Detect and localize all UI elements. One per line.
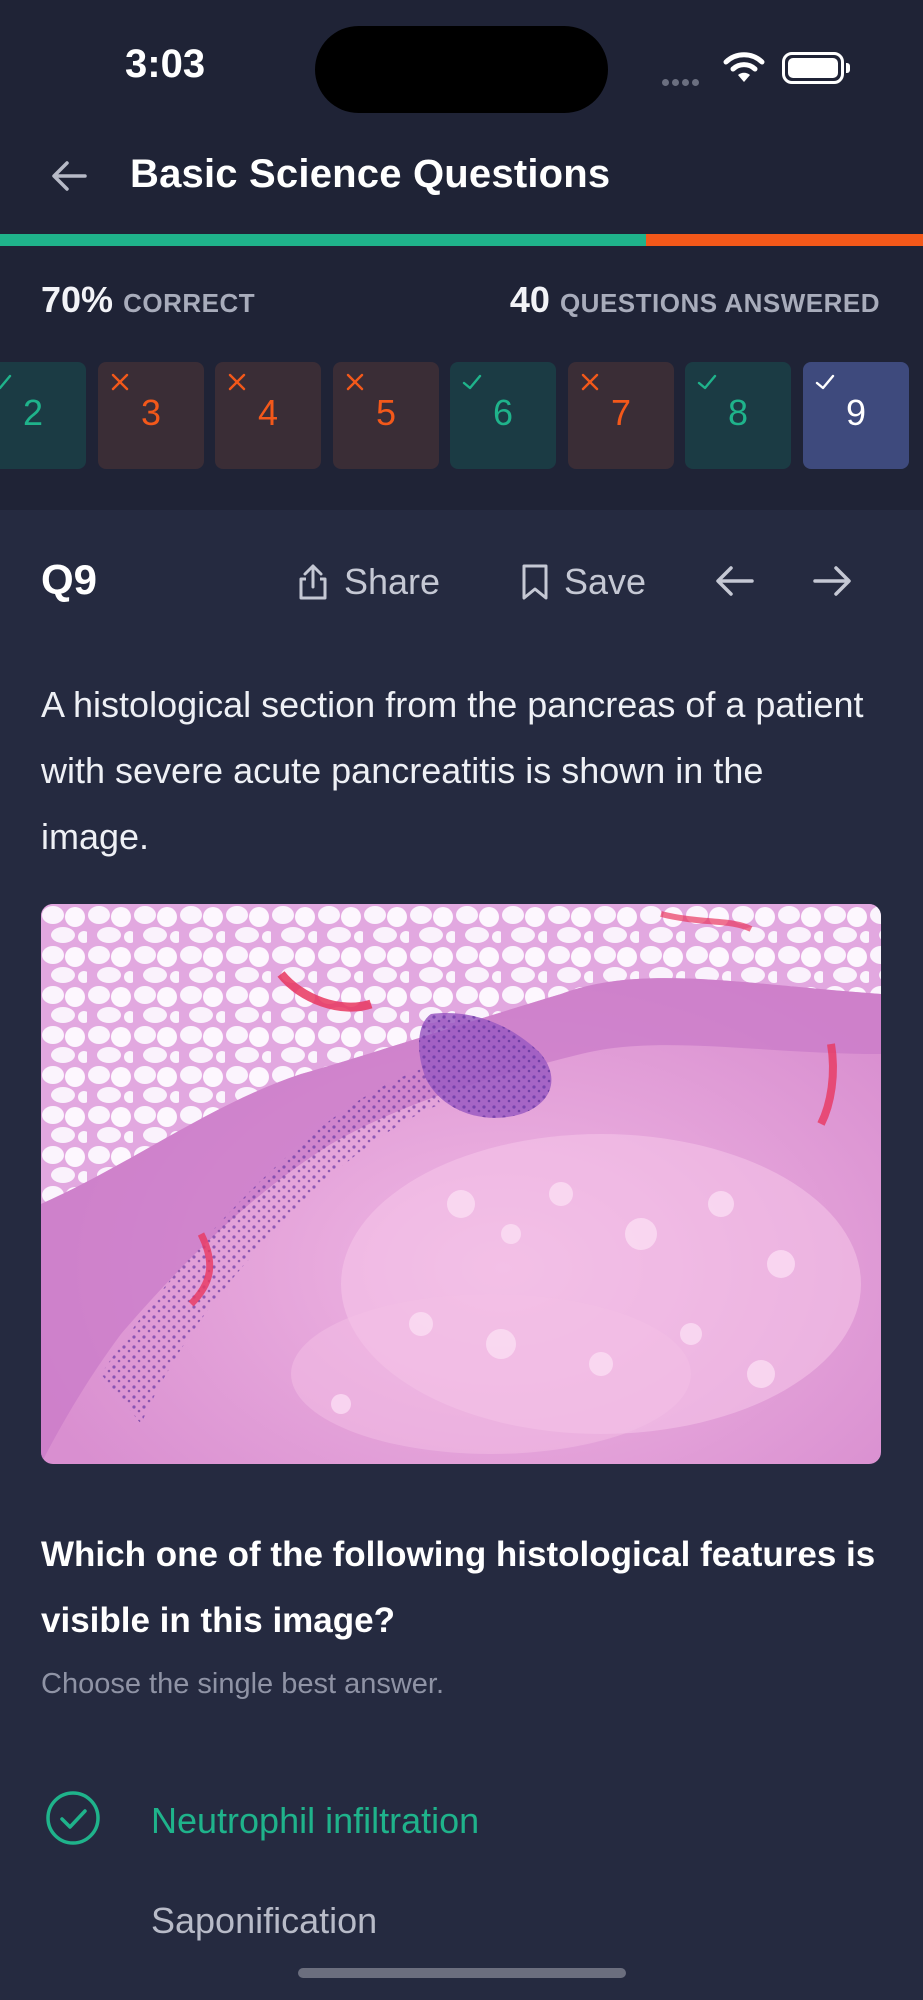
stats-row: 70% CORRECT 40 QUESTIONS ANSWERED (0, 275, 923, 325)
home-indicator[interactable] (298, 1968, 626, 1978)
question-chip-number: 3 (140, 392, 162, 433)
question-chip-number: 5 (375, 392, 397, 433)
next-question-icon[interactable] (809, 558, 855, 604)
question-chip-5[interactable]: 5 (333, 362, 439, 469)
status-bar: 3:03 (0, 0, 923, 130)
correct-label: CORRECT (123, 288, 256, 318)
bookmark-icon (522, 564, 548, 600)
question-chip-number: 6 (492, 392, 514, 433)
answered-stat: 40 QUESTIONS ANSWERED (510, 279, 880, 321)
share-button[interactable]: Share (296, 558, 440, 606)
question-chip-6[interactable]: 6 (450, 362, 556, 469)
progress-correct (0, 234, 646, 246)
progress-incorrect (646, 234, 923, 246)
question-chip-7[interactable]: 7 (568, 362, 674, 469)
question-chip-4[interactable]: 4 (215, 362, 321, 469)
question-prompt: Which one of the following histological … (41, 1535, 876, 1640)
question-chip-8[interactable]: 8 (685, 362, 791, 469)
question-chip-number: 7 (610, 392, 632, 433)
question-chip-number: 9 (845, 392, 867, 433)
cross-icon (228, 373, 246, 391)
answer-option-1[interactable]: Neutrophil infiltration (41, 1788, 881, 1858)
cellular-signal-icon (662, 73, 702, 91)
status-time: 3:03 (125, 42, 206, 86)
cross-icon (581, 373, 599, 391)
answer-instruction: Choose the single best answer. (41, 1668, 445, 1700)
battery-icon (782, 52, 850, 84)
question-stem: A histological section from the pancreas… (41, 684, 864, 857)
question-chip-number: 2 (22, 392, 44, 433)
answer-option-2[interactable]: Saponification (41, 1888, 881, 1958)
check-icon (462, 374, 482, 390)
page-title: Basic Science Questions (130, 152, 611, 196)
header: Basic Science Questions (0, 130, 923, 235)
correct-value: 70% (41, 279, 114, 320)
question-chip-number: 4 (257, 392, 279, 433)
dynamic-island (315, 26, 608, 113)
question-toolbar: Q9 Share Save (0, 540, 923, 620)
answered-value: 40 (509, 279, 550, 320)
share-label: Share (344, 561, 441, 602)
back-arrow-icon[interactable] (45, 152, 93, 200)
answered-label: QUESTIONS ANSWERED (559, 288, 880, 318)
answer-option-text: Saponification (151, 1900, 378, 1941)
score-progress-bar (0, 234, 923, 246)
question-navigator: 2 3 4 5 6 7 8 9 (0, 362, 923, 469)
question-chip-3[interactable]: 3 (98, 362, 204, 469)
share-icon (299, 564, 327, 600)
save-label: Save (564, 561, 647, 602)
previous-question-icon[interactable] (712, 558, 758, 604)
check-circle-icon (46, 1791, 100, 1845)
wifi-icon (723, 52, 765, 82)
question-chip-2[interactable]: 2 (0, 362, 86, 469)
check-icon (0, 374, 12, 390)
cross-icon (346, 373, 364, 391)
histology-image (41, 904, 881, 1464)
cross-icon (111, 373, 129, 391)
question-chip-9[interactable]: 9 (803, 362, 909, 469)
question-chip-number: 8 (727, 392, 749, 433)
answer-option-text: Neutrophil infiltration (151, 1800, 480, 1841)
save-button[interactable]: Save (520, 558, 646, 606)
check-icon (697, 374, 717, 390)
correct-stat: 70% CORRECT (41, 279, 255, 321)
check-icon (815, 374, 835, 390)
question-number: Q9 (41, 556, 98, 603)
